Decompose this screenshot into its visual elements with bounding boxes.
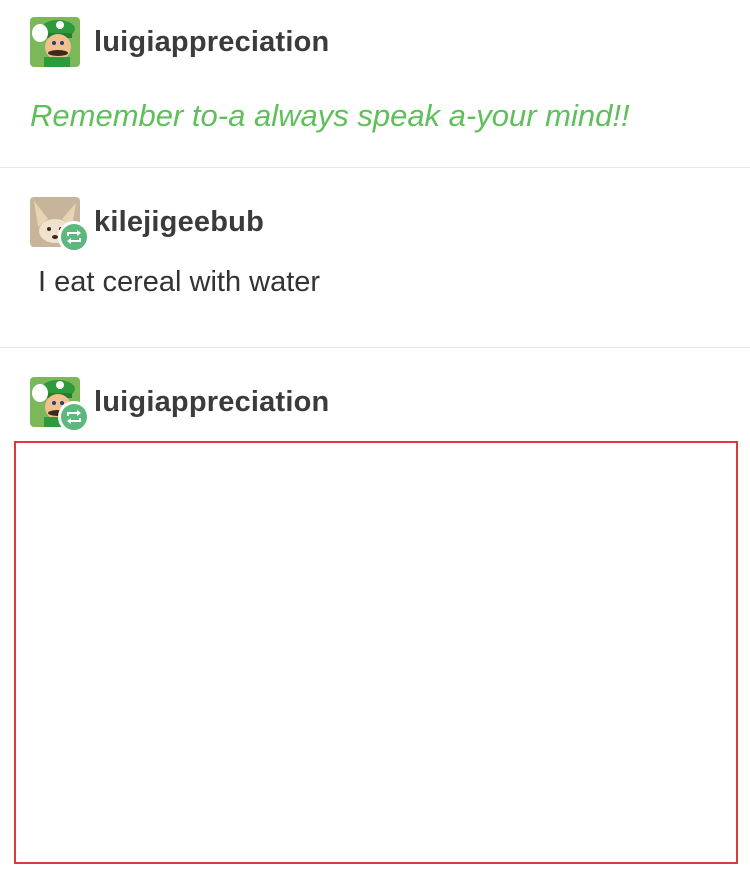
username[interactable]: luigiappreciation bbox=[94, 386, 329, 419]
reblog-badge bbox=[58, 401, 90, 433]
post-header: luigiappreciation bbox=[30, 17, 329, 67]
reblog-badge bbox=[58, 221, 90, 253]
post-text: I eat cereal with water bbox=[38, 266, 321, 298]
post-2: kilejigeebub I eat cereal with water bbox=[0, 168, 750, 348]
reblog-icon bbox=[67, 230, 81, 244]
username[interactable]: luigiappreciation bbox=[94, 26, 329, 59]
username[interactable]: kilejigeebub bbox=[94, 206, 264, 239]
post-3: luigiappreciation bbox=[0, 348, 750, 875]
highlighted-content-box bbox=[14, 441, 738, 864]
post-1: luigiappreciation Remember to-a always s… bbox=[0, 0, 750, 168]
post-header: kilejigeebub bbox=[30, 197, 264, 253]
luigi-avatar-icon bbox=[30, 17, 80, 67]
post-text: Remember to-a always speak a-your mind!! bbox=[30, 98, 630, 133]
avatar[interactable] bbox=[30, 17, 80, 67]
post-header: luigiappreciation bbox=[30, 377, 329, 433]
avatar[interactable] bbox=[30, 377, 90, 433]
reblog-icon bbox=[67, 410, 81, 424]
avatar[interactable] bbox=[30, 197, 90, 253]
